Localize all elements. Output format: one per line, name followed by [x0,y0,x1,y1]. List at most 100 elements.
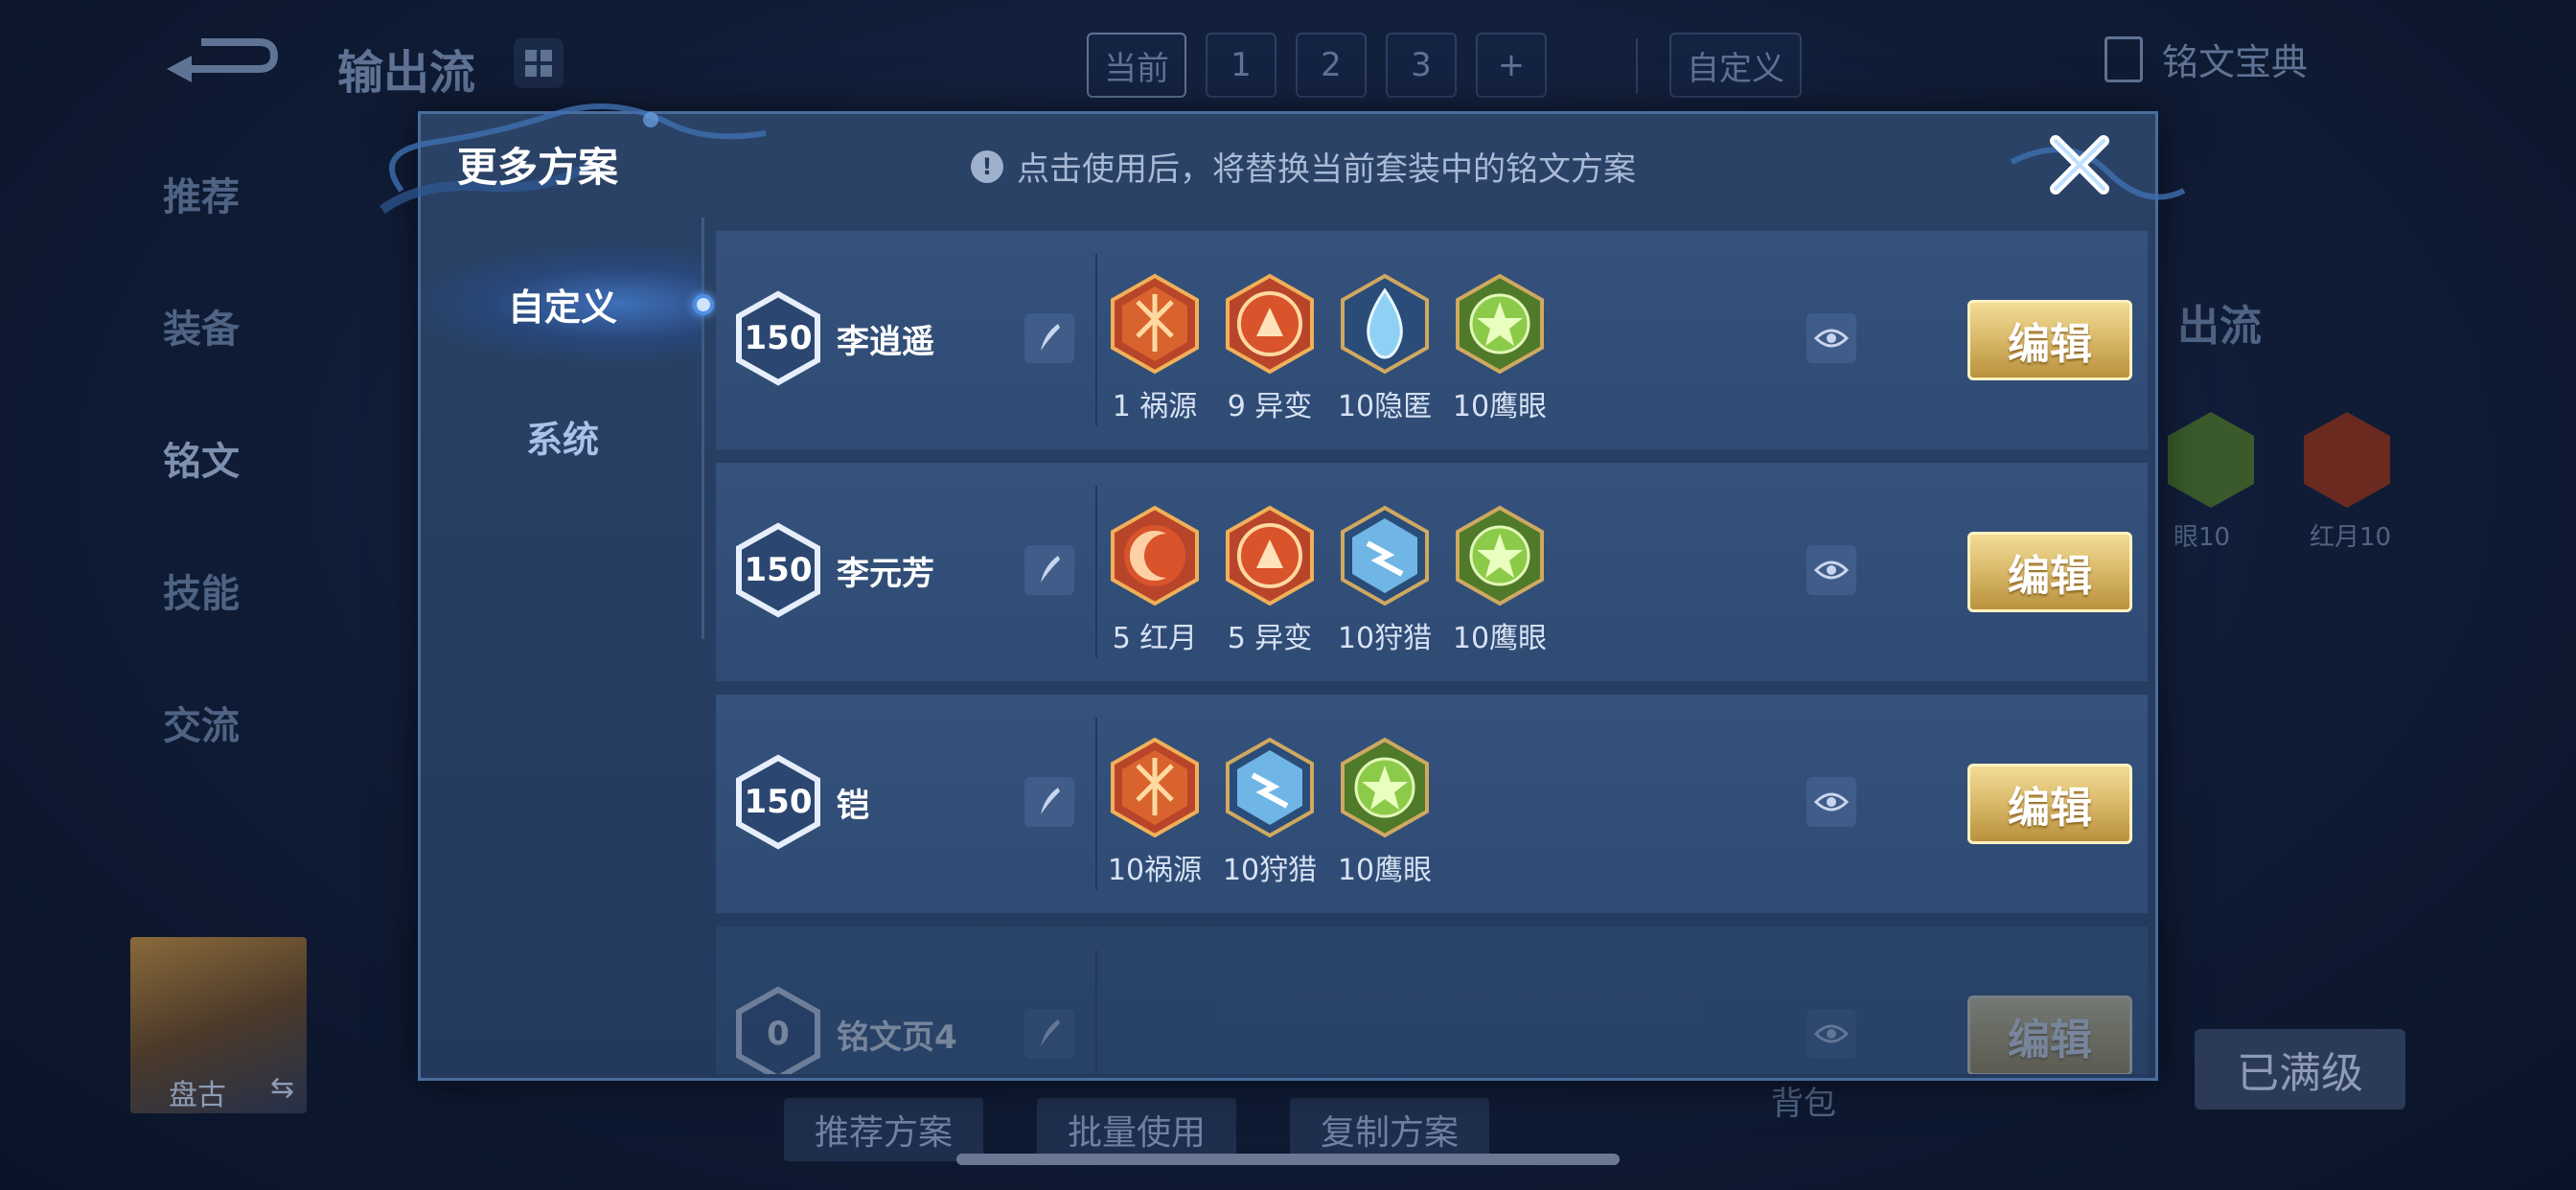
tab-current[interactable]: 当前 [1087,33,1186,98]
rune-guide-label: 铭文宝典 [2162,41,2309,83]
yingyan-rune-icon [1456,273,1544,375]
rune-label: 10隐匿 [1337,390,1433,423]
edit-button[interactable]: 编辑 [1967,300,2132,380]
shoulie-rune-icon [1341,505,1429,606]
side-item-equipment[interactable]: 装备 [163,295,240,427]
rune-set: 5 红月 5 异变 10狩猎 10鹰眼 [1109,505,1548,656]
rune-slot: 10鹰眼 [1452,273,1548,424]
tab-custom-plans[interactable]: 自定义 [421,246,704,361]
yinni-rune-icon [1341,273,1429,375]
tab-add[interactable]: + [1476,33,1547,98]
home-indicator[interactable] [956,1154,1620,1165]
yingyan-rune-icon [1456,505,1544,606]
page-title: 输出流 [337,46,476,100]
hint: ! 点击使用后，将替换当前套装中的铭文方案 [971,143,1636,190]
tab-system-plans[interactable]: 系统 [421,378,704,493]
preview-button[interactable] [1806,545,1856,595]
preview-button[interactable] [1806,313,1856,363]
eye-icon [1814,561,1849,580]
rune-label: 10鹰眼 [1452,390,1548,423]
plan-name: 铠 [837,787,869,825]
side-menu: 推荐 装备 铭文 技能 交流 [163,163,240,824]
tab-custom[interactable]: 自定义 [1669,33,1802,98]
row-divider [1095,718,1097,890]
modal-title: 更多方案 [457,144,619,191]
edit-button[interactable]: 编辑 [1967,764,2132,844]
plan-row: 150 李逍遥 1 祸源 9 异变 10隐匿 10鹰眼 编辑 [716,231,2148,449]
tab-1[interactable]: 1 [1206,33,1276,98]
edit-button[interactable]: 编辑 [1967,532,2132,612]
rune-slot: 5 异变 [1224,505,1316,656]
plan-list: 150 李逍遥 1 祸源 9 异变 10隐匿 10鹰眼 编辑 150 李元芳 5… [716,231,2148,1074]
rune-gem-icon [2168,412,2254,508]
recommend-plan-button[interactable]: 推荐方案 [784,1098,984,1161]
row-divider [1095,950,1097,1074]
info-icon: ! [971,149,1003,183]
tab-indicator-line [702,217,704,639]
rune-label: 10鹰眼 [1452,622,1548,655]
eye-icon [1814,1024,1849,1043]
tab-2[interactable]: 2 [1296,33,1367,98]
row-divider [1095,486,1097,658]
pen-icon [1041,324,1060,351]
rune-label: 5 异变 [1227,622,1313,655]
side-item-community[interactable]: 交流 [163,692,240,824]
loadout-tabs: 当前 1 2 3 + [1087,33,1547,98]
rune-slot: 10祸源 [1107,737,1203,888]
yibian-rune-icon [1226,273,1314,375]
more-plans-modal: 更多方案 ! 点击使用后，将替换当前套装中的铭文方案 自定义 系统 150 李逍… [380,103,2186,1081]
rune-label: 5 红月 [1112,622,1198,655]
bottom-actions: 推荐方案 批量使用 复制方案 [784,1098,1490,1161]
plan-name: 铭文页4 [837,1018,957,1057]
rune-slot: 1 祸源 [1109,273,1201,424]
bag-label[interactable]: 背包 [1771,1077,1836,1124]
close-icon[interactable] [2042,127,2117,202]
back-icon[interactable] [163,31,278,92]
side-item-skills[interactable]: 技能 [163,560,240,692]
rune-slot: 10鹰眼 [1452,505,1548,656]
rename-button[interactable] [1024,777,1074,827]
rune-slot: 9 异变 [1224,273,1316,424]
batch-use-button[interactable]: 批量使用 [1037,1098,1237,1161]
plan-level: 0 [767,1015,790,1053]
rune-slot: 10狩猎 [1222,737,1318,888]
rune-guide-link[interactable]: 铭文宝典 [2104,33,2308,85]
right-rune-label: 红月10 [2310,523,2392,552]
plan-name: 李元芳 [837,555,934,593]
edit-button[interactable]: 编辑 [1967,995,2132,1074]
preview-button[interactable] [1806,777,1856,827]
modal-header: 更多方案 ! 点击使用后，将替换当前套装中的铭文方案 [421,114,2155,217]
huoyuan-rune-icon [1111,273,1199,375]
plan-source-tabs: 自定义 系统 [421,217,714,639]
tab-3[interactable]: 3 [1386,33,1457,98]
grid-icon[interactable] [514,38,564,88]
rename-button[interactable] [1024,313,1074,363]
pen-icon [1041,1019,1060,1046]
eye-icon [1814,792,1849,812]
pen-icon [1041,788,1060,814]
rune-label: 10狩猎 [1222,854,1318,887]
side-item-runes[interactable]: 铭文 [163,427,240,560]
plan-row: 150 铠 10祸源 10狩猎 10鹰眼 编辑 [716,695,2148,913]
pen-icon [1041,556,1060,583]
rune-label: 1 祸源 [1112,390,1198,423]
copy-plan-button[interactable]: 复制方案 [1290,1098,1490,1161]
plan-name: 李逍遥 [837,323,934,361]
preview-button[interactable] [1806,1009,1856,1059]
rune-label: 10狩猎 [1337,622,1433,655]
rename-button[interactable] [1024,545,1074,595]
swap-hero-icon[interactable]: ⇆ [270,1071,294,1105]
rune-label: 10祸源 [1107,854,1203,887]
tab-divider [1636,38,1638,94]
yibian-rune-icon [1226,505,1314,606]
rune-slot: 10狩猎 [1337,505,1433,656]
plan-row: 150 李元芳 5 红月 5 异变 10狩猎 10鹰眼 编辑 [716,463,2148,681]
huoyuan-rune-icon [1111,737,1199,838]
rune-label: 9 异变 [1227,390,1313,423]
rename-button[interactable] [1024,1009,1074,1059]
hero-name: 盘古 [169,1079,226,1112]
side-item-recommend[interactable]: 推荐 [163,163,240,295]
plan-row: 0 铭文页4 编辑 [716,927,2148,1074]
shoulie-rune-icon [1226,737,1314,838]
rune-set: 10祸源 10狩猎 10鹰眼 [1107,737,1432,888]
